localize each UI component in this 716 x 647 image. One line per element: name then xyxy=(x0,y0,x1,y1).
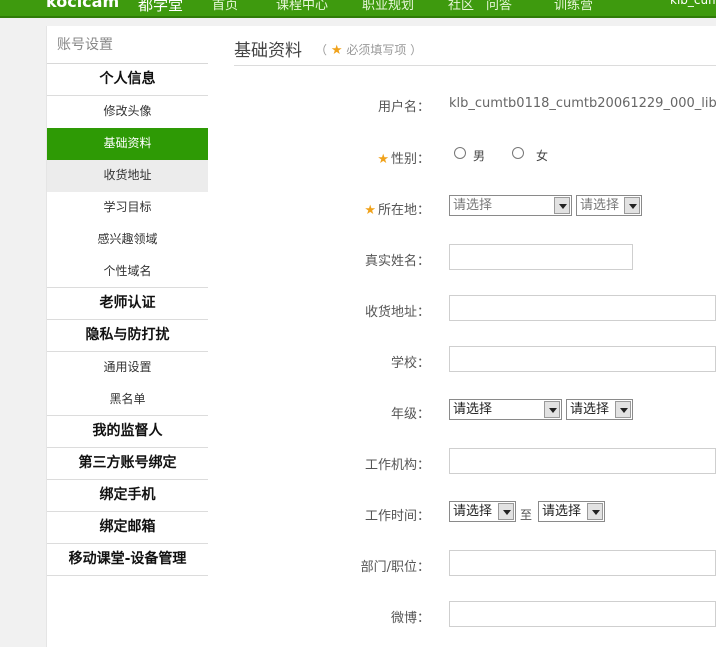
chevron-down-icon xyxy=(587,503,603,520)
location-label: ★ 所在地： xyxy=(364,199,430,218)
grade-label: 年级： xyxy=(390,407,430,422)
chevron-down-icon xyxy=(624,197,640,214)
heading-divider xyxy=(234,65,716,66)
org-input[interactable] xyxy=(449,448,716,474)
required-star-icon: ★ xyxy=(330,43,343,58)
required-hint: （ ★ 必须填写项 ） xyxy=(315,41,422,58)
gender-female-radio[interactable] xyxy=(512,147,524,159)
nav-item-courses[interactable]: 课程中心 xyxy=(276,0,328,13)
sidebar-title: 账号设置 xyxy=(47,26,208,64)
location-label-text: 所在地： xyxy=(377,203,430,218)
nav-item-qa[interactable]: 问答 xyxy=(486,0,512,13)
sidebar-item-interests[interactable]: 感兴趣领域 xyxy=(47,224,208,256)
sidebar-item-privacy[interactable]: 隐私与防打扰 xyxy=(47,320,208,352)
username-value: klb_cumtb0118_cumtb20061229_000_library xyxy=(449,96,716,111)
province-select-value: 请选择 xyxy=(453,198,493,213)
address-row: 收货地址： xyxy=(208,295,716,325)
hint-open-paren: （ xyxy=(315,43,328,57)
username-row: 用户名： klb_cumtb0118_cumtb20061229_000_lib… xyxy=(208,90,716,120)
gender-male-label[interactable]: 男 xyxy=(473,147,485,164)
realname-row: 真实姓名： xyxy=(208,244,716,274)
sidebar-item-teacher-cert[interactable]: 老师认证 xyxy=(47,288,208,320)
username-label: 用户名： xyxy=(377,100,430,115)
sidebar-item-basic-info[interactable]: 基础资料 xyxy=(47,128,208,160)
site-logo[interactable]: kocicam xyxy=(46,0,119,11)
sidebar-item-avatar[interactable]: 修改头像 xyxy=(47,96,208,128)
realname-input[interactable] xyxy=(449,244,633,270)
hint-close-paren: ） xyxy=(410,43,423,57)
gender-male-radio[interactable] xyxy=(454,147,466,159)
sidebar-item-learning-goal[interactable]: 学习目标 xyxy=(47,192,208,224)
sidebar-item-device-management[interactable]: 移动课堂-设备管理 xyxy=(47,544,208,576)
hint-text: 必须填写项 xyxy=(346,43,407,57)
address-input[interactable] xyxy=(449,295,716,321)
top-nav-bar: kocicam 都学堂 首页 课程中心 职业规划 社区 问答 训练营 klb_c… xyxy=(0,0,716,18)
sidebar-item-supervisor[interactable]: 我的监督人 xyxy=(47,416,208,448)
sidebar-item-general-settings[interactable]: 通用设置 xyxy=(47,352,208,384)
chevron-down-icon xyxy=(544,401,560,418)
sidebar-item-third-party[interactable]: 第三方账号绑定 xyxy=(47,448,208,480)
grade-select-second[interactable]: 请选择 xyxy=(566,399,633,420)
required-star-icon: ★ xyxy=(377,152,389,167)
sidebar-item-shipping-address[interactable]: 收货地址 xyxy=(47,160,208,192)
school-row: 学校： xyxy=(208,346,716,376)
gender-label-text: 性别： xyxy=(390,152,430,167)
worktime-separator: 至 xyxy=(520,508,533,522)
weibo-input[interactable] xyxy=(449,601,716,627)
sidebar-item-bind-phone[interactable]: 绑定手机 xyxy=(47,480,208,512)
city-select-value: 请选择 xyxy=(580,198,620,213)
worktime-row: 工作时间： 请选择 至 请选择 xyxy=(208,499,716,529)
weibo-label: 微博： xyxy=(390,611,430,626)
worktime-end-value: 请选择 xyxy=(542,504,582,519)
settings-sidebar: 账号设置 个人信息 修改头像 基础资料 收货地址 学习目标 感兴趣领域 个性域名… xyxy=(46,26,208,647)
nav-item-camp[interactable]: 训练营 xyxy=(554,0,593,13)
worktime-label: 工作时间： xyxy=(364,509,430,524)
dept-input[interactable] xyxy=(449,550,716,576)
grade-select-first[interactable]: 请选择 xyxy=(449,399,562,420)
grade-select-first-value: 请选择 xyxy=(453,402,493,417)
site-logo-subtitle[interactable]: 都学堂 xyxy=(138,0,183,15)
dept-row: 部门/职位： xyxy=(208,550,716,580)
nav-item-career[interactable]: 职业规划 xyxy=(362,0,414,13)
sidebar-item-custom-domain[interactable]: 个性域名 xyxy=(47,256,208,288)
sidebar-item-personal-info[interactable]: 个人信息 xyxy=(47,64,208,96)
weibo-row: 微博： xyxy=(208,601,716,631)
page-title: 基础资料 xyxy=(234,41,302,61)
city-select[interactable]: 请选择 xyxy=(576,195,642,216)
basic-info-panel: 基础资料 （ ★ 必须填写项 ） 用户名： klb_cumtb0118_cumt… xyxy=(208,26,716,647)
sidebar-item-bind-email[interactable]: 绑定邮箱 xyxy=(47,512,208,544)
grade-row: 年级： 请选择 请选择 xyxy=(208,397,716,427)
gender-female-label[interactable]: 女 xyxy=(536,147,548,164)
nav-item-home[interactable]: 首页 xyxy=(212,0,238,13)
grade-select-second-value: 请选择 xyxy=(570,402,610,417)
worktime-start-select[interactable]: 请选择 xyxy=(449,501,516,522)
worktime-start-value: 请选择 xyxy=(453,504,493,519)
required-star-icon: ★ xyxy=(364,203,376,218)
school-label: 学校： xyxy=(390,356,430,371)
user-account-link[interactable]: klb_cum xyxy=(670,0,716,7)
org-row: 工作机构： xyxy=(208,448,716,478)
chevron-down-icon xyxy=(615,401,631,418)
sidebar-item-blacklist[interactable]: 黑名单 xyxy=(47,384,208,416)
org-label: 工作机构： xyxy=(364,458,430,473)
nav-item-community[interactable]: 社区 xyxy=(448,0,474,13)
dept-label: 部门/职位： xyxy=(360,560,430,575)
gender-label: ★ 性别： xyxy=(377,148,430,167)
chevron-down-icon xyxy=(498,503,514,520)
gender-row: ★ 性别： 男 女 xyxy=(208,142,716,172)
location-row: ★ 所在地： 请选择 请选择 xyxy=(208,193,716,223)
school-input[interactable] xyxy=(449,346,716,372)
address-label: 收货地址： xyxy=(364,305,430,320)
worktime-end-select[interactable]: 请选择 xyxy=(538,501,605,522)
chevron-down-icon xyxy=(554,197,570,214)
province-select[interactable]: 请选择 xyxy=(449,195,572,216)
realname-label: 真实姓名： xyxy=(364,254,430,269)
